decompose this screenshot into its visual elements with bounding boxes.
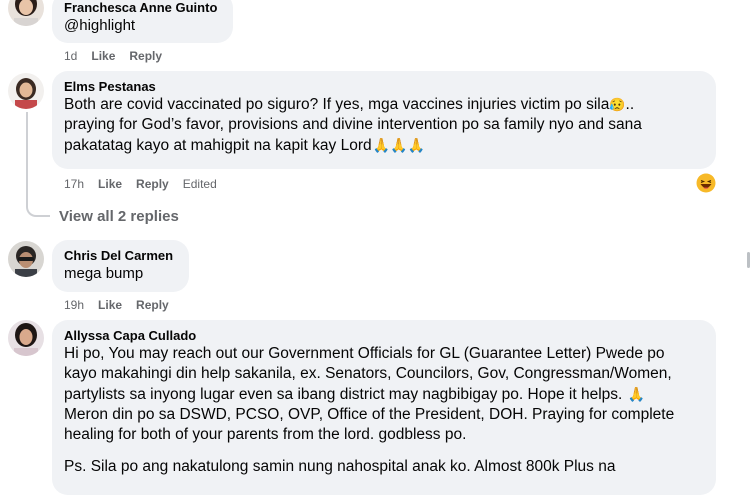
comment-author[interactable]: Chris Del Carmen <box>64 247 177 264</box>
comment-author[interactable]: Elms Pestanas <box>64 78 704 95</box>
comment-text: @highlight <box>64 17 136 34</box>
comment-bubble: Elms Pestanas Both are covid vaccinated … <box>52 71 716 169</box>
comment-text-line: Ps. Sila po ang nakatulong samin nung na… <box>64 458 616 475</box>
comment-time[interactable]: 19h <box>64 297 84 313</box>
comment-actions: 19h Like Reply <box>64 297 183 313</box>
comment-text: mega bump <box>64 265 144 282</box>
reply-button[interactable]: Reply <box>129 48 162 64</box>
avatar[interactable] <box>8 0 44 26</box>
comment-text-line: Meron din po sa DSWD, PCSO, OVP, Office … <box>64 406 675 423</box>
laugh-reaction-icon[interactable] <box>696 173 716 193</box>
comment-text-line: pakatatag kayo at mahigpit na kapit kay … <box>64 137 425 154</box>
comment-text-line: praying for God’s favor, provisions and … <box>64 116 642 133</box>
edited-label: Edited <box>182 177 217 191</box>
like-button[interactable]: Like <box>98 297 122 313</box>
comment-author[interactable]: Allyssa Capa Cullado <box>64 327 704 344</box>
like-button[interactable]: Like <box>91 48 115 64</box>
comment-actions: 1d Like Reply <box>64 48 176 64</box>
comment-actions: 17h Like Reply Edited <box>64 176 231 192</box>
avatar[interactable] <box>8 320 44 356</box>
view-replies-link[interactable]: View all 2 replies <box>59 207 179 227</box>
comment-text-line: Both are covid vaccinated po siguro? If … <box>64 96 635 113</box>
sad-emoji: 😥 <box>609 97 626 112</box>
pray-emoji: 🙏🙏🙏 <box>372 137 425 153</box>
avatar[interactable] <box>8 241 44 277</box>
comment-bubble: Franchesca Anne Guinto @highlight <box>52 0 233 43</box>
comment-bubble: Allyssa Capa Cullado Hi po, You may reac… <box>52 320 716 495</box>
comment-text-line: partylists sa inyong lugar even sa ibang… <box>64 386 646 403</box>
pray-emoji: 🙏 <box>627 386 646 402</box>
comment-bubble: Chris Del Carmen mega bump <box>52 240 189 292</box>
comment-text-line: kayo makahingi din help sakanila, ex. Se… <box>64 365 672 382</box>
avatar[interactable] <box>8 73 44 109</box>
reply-thread-line <box>26 112 50 217</box>
comment-text-line: healing for both of your parents from th… <box>64 426 467 443</box>
reply-button[interactable]: Reply <box>136 176 169 192</box>
like-button[interactable]: Like <box>98 176 122 192</box>
comment-text-line: Hi po, You may reach out our Government … <box>64 345 665 362</box>
reply-button[interactable]: Reply <box>136 297 169 313</box>
comment-time[interactable]: 1d <box>64 48 77 64</box>
comment-time[interactable]: 17h <box>64 176 84 192</box>
comment-author[interactable]: Franchesca Anne Guinto <box>64 0 221 16</box>
